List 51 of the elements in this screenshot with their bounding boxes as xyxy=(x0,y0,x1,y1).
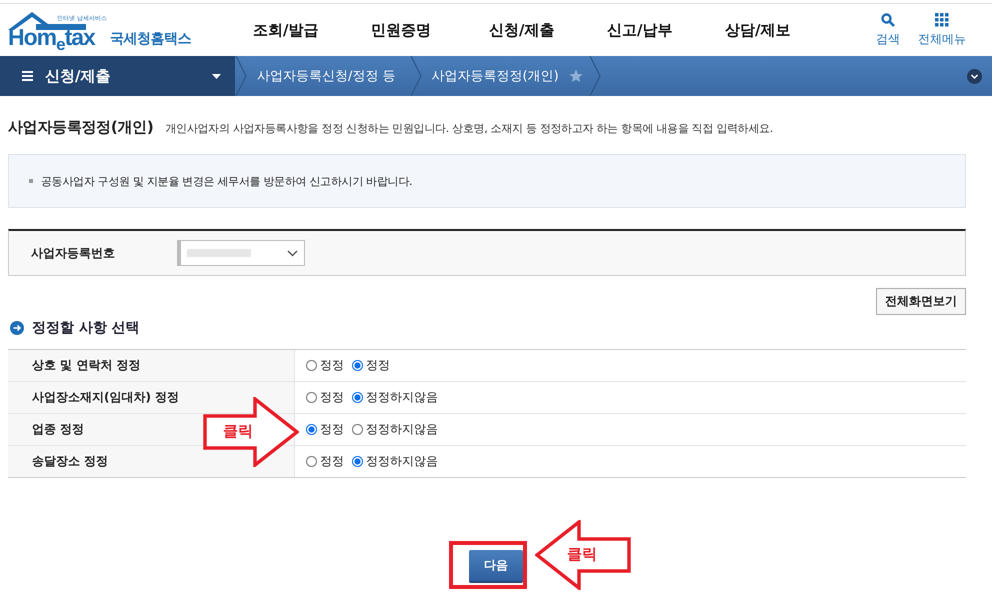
grid-menu-icon xyxy=(935,12,949,26)
radio-button[interactable] xyxy=(352,360,363,371)
field-label: 사업자등록번호 xyxy=(30,244,116,262)
chevron-separator-icon xyxy=(410,56,422,96)
annotation-label: 클릭 xyxy=(567,545,597,564)
star-icon[interactable] xyxy=(568,69,583,83)
radio-button[interactable] xyxy=(352,424,363,435)
category-menu-button[interactable]: 신청/제출 xyxy=(0,56,235,96)
arrow-circle-icon xyxy=(10,321,24,335)
radio-option[interactable]: 정정 xyxy=(306,421,344,438)
radio-option[interactable]: 정정 xyxy=(306,389,344,406)
nav-menu-item[interactable]: 상담/제보 xyxy=(725,20,843,40)
menu-icon xyxy=(22,71,33,81)
fullscreen-button[interactable]: 전체화면보기 xyxy=(876,288,966,315)
logo-wordmark[interactable]: Hom$_{e}$tax xyxy=(8,24,95,51)
radio-button[interactable] xyxy=(306,392,317,403)
nav-menu-item[interactable]: 신청/제출 xyxy=(489,20,607,40)
row-label-cell: 상호 및 연락처 정정 xyxy=(8,350,295,381)
radio-button[interactable] xyxy=(306,456,317,467)
search-icon xyxy=(881,12,895,26)
radio-button[interactable] xyxy=(306,360,317,371)
annotation-label: 클릭 xyxy=(223,422,253,441)
radio-option[interactable]: 정정하지않음 xyxy=(352,421,438,438)
row-label-cell: 송달장소 정정 xyxy=(8,446,295,477)
nav-menu-item[interactable]: 민원증명 xyxy=(371,20,489,40)
radio-button[interactable] xyxy=(306,424,317,435)
radio-option[interactable]: 정정하지않음 xyxy=(352,453,438,470)
page-title: 사업자등록정정(개인) xyxy=(8,118,154,137)
caret-icon xyxy=(212,74,221,78)
header-tool-button[interactable]: 전체메뉴 xyxy=(918,12,966,48)
next-button[interactable]: 다음 xyxy=(469,550,523,583)
radio-option[interactable]: 정정 xyxy=(306,453,344,470)
expand-icon[interactable] xyxy=(967,68,982,84)
radio-option[interactable]: 정정 xyxy=(306,357,344,374)
radio-option[interactable]: 정정 xyxy=(352,357,390,374)
logo-agency-name: 국세청홈택스 xyxy=(110,30,191,48)
radio-option[interactable]: 정정하지않음 xyxy=(352,389,438,406)
radio-button[interactable] xyxy=(352,392,363,403)
chevron-separator-icon xyxy=(588,56,601,96)
chevron-separator-icon xyxy=(235,56,247,96)
nav-menu-item[interactable]: 조회/발급 xyxy=(253,20,371,40)
header-tool-button[interactable]: 검색 xyxy=(876,12,900,48)
row-label-cell: 사업장소재지(임대차) 정정 xyxy=(8,382,295,413)
radio-button[interactable] xyxy=(352,456,363,467)
section-title: 정정할 사항 선택 xyxy=(32,319,140,337)
notice-text: 공동사업자 구성원 및 지분율 변경은 세무서를 방문하여 신고하시기 바랍니다. xyxy=(41,174,412,188)
page-description: 개인사업자의 사업자등록사항을 정정 신청하는 민원입니다. 상호명, 소재지 등 정정하고자 하는 항목에 내용을 직접 입력하세요. xyxy=(165,121,773,136)
chevron-down-icon xyxy=(287,250,298,256)
nav-menu-item[interactable]: 신고/납부 xyxy=(607,20,725,40)
breadcrumb-link[interactable]: 사업자등록신청/정정 등 xyxy=(247,67,410,85)
breadcrumb-link[interactable]: 사업자등록정정(개인) xyxy=(422,67,569,85)
